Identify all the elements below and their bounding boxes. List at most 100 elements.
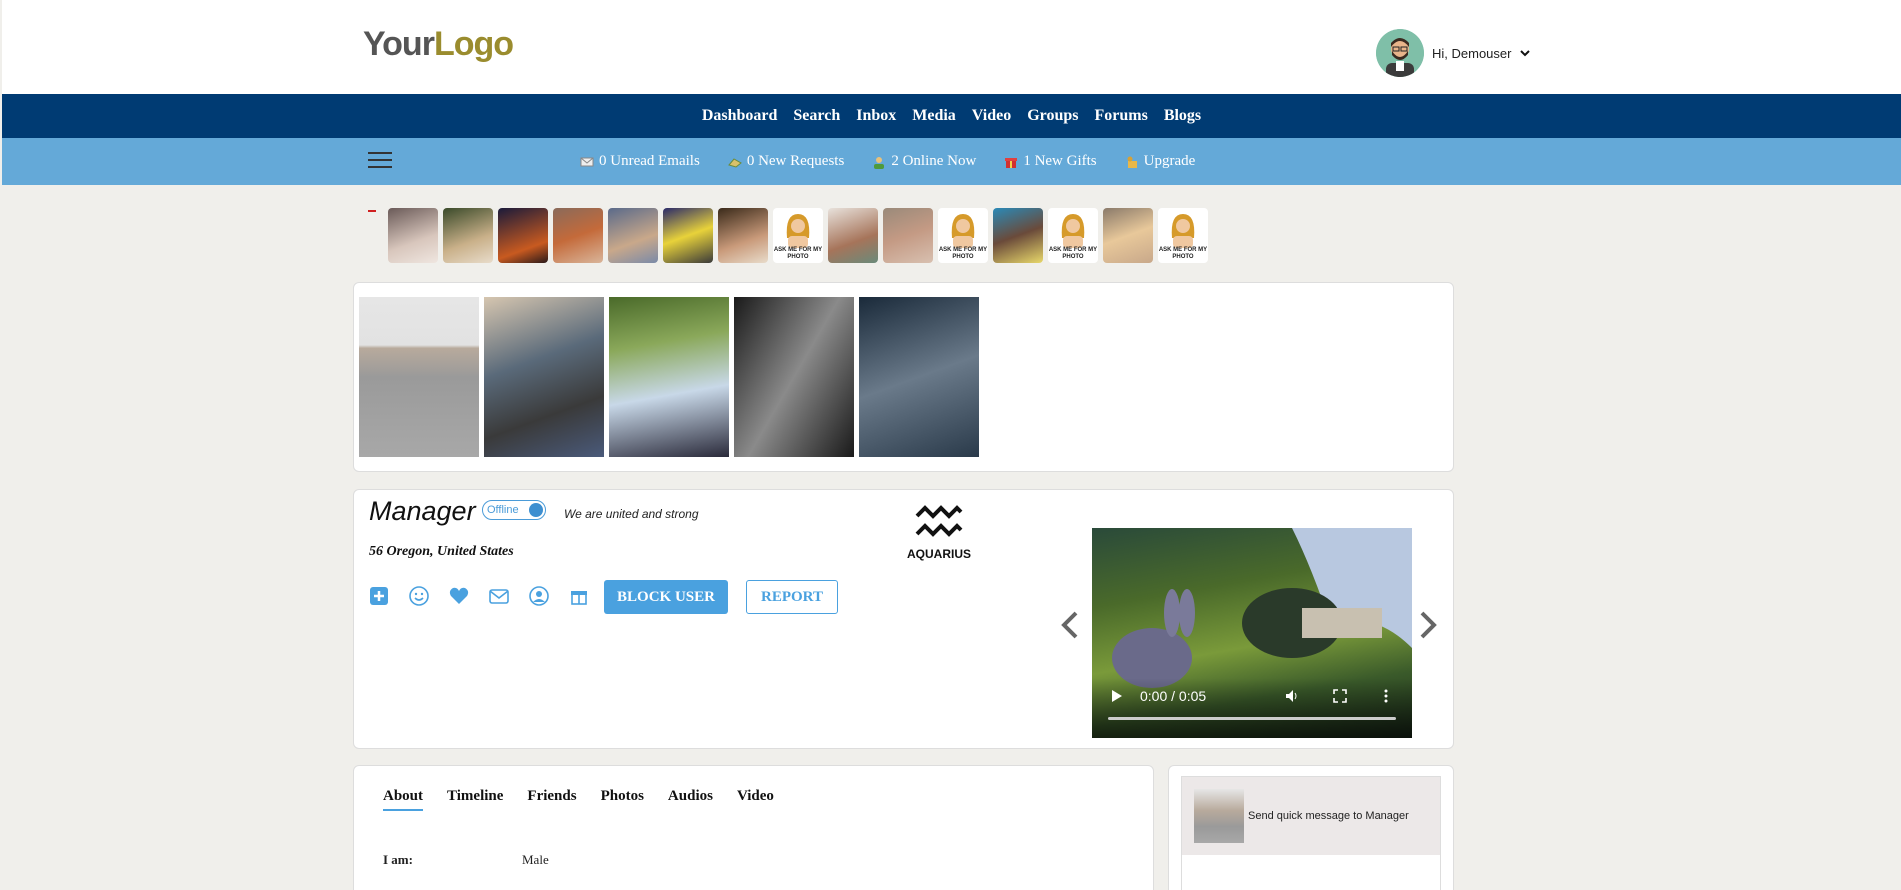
tab-video[interactable]: Video	[737, 788, 774, 811]
toggle-knob	[529, 503, 543, 517]
member-thumbnail-ask[interactable]: ASK ME FOR MY PHOTO	[773, 208, 823, 263]
profile-photo[interactable]	[484, 297, 604, 457]
envelope-icon	[580, 157, 594, 166]
member-thumbnail[interactable]	[1103, 208, 1153, 263]
profile-actions	[368, 585, 590, 607]
stat-unread-emails-label: 0 Unread Emails	[599, 153, 700, 169]
stat-new-gifts[interactable]: 1 New Gifts	[1004, 153, 1097, 170]
gift-icon[interactable]	[568, 585, 590, 607]
zodiac-label: AQUARIUS	[906, 547, 971, 561]
logo-text-logo: Logo	[433, 25, 514, 63]
report-button[interactable]: REPORT	[746, 580, 838, 614]
member-thumbnail-ask[interactable]: ASK ME FOR MY PHOTO	[1048, 208, 1098, 263]
status-toggle[interactable]: Offline	[482, 500, 546, 520]
nav-dashboard[interactable]: Dashboard	[702, 107, 778, 125]
main-nav: Dashboard Search Inbox Media Video Group…	[2, 94, 1901, 138]
stat-online-now[interactable]: 2 Online Now	[872, 153, 976, 170]
member-thumbnail[interactable]	[828, 208, 878, 263]
hamburger-menu-icon[interactable]	[368, 152, 392, 170]
nav-search[interactable]: Search	[793, 107, 840, 125]
ask-photo-label: ASK ME FOR MY PHOTO	[1158, 247, 1208, 260]
member-thumbnails: ASK ME FOR MY PHOTO ASK ME FOR MY PHOTO …	[388, 208, 1208, 263]
nav-inbox[interactable]: Inbox	[856, 107, 896, 125]
profile-location: 56 Oregon, United States	[369, 544, 514, 559]
zodiac-sign: AQUARIUS	[904, 502, 974, 561]
tab-audios[interactable]: Audios	[668, 788, 713, 811]
stat-unread-emails[interactable]: 0 Unread Emails	[580, 153, 700, 170]
profile-photo[interactable]	[734, 297, 854, 457]
user-avatar[interactable]	[1376, 29, 1424, 77]
user-online-icon	[874, 156, 885, 169]
quick-message-avatar	[1194, 789, 1244, 843]
member-thumbnail[interactable]	[663, 208, 713, 263]
member-thumbnail-ask[interactable]: ASK ME FOR MY PHOTO	[1158, 208, 1208, 263]
stat-new-requests-label: 0 New Requests	[746, 153, 845, 169]
envelope-icon[interactable]	[488, 585, 510, 607]
field-label-i-am: I am:	[383, 852, 413, 867]
sub-nav: 0 Unread Emails 0 New Requests 2 Online …	[2, 138, 1901, 185]
member-thumbnail[interactable]	[993, 208, 1043, 263]
add-friend-icon[interactable]	[368, 585, 390, 607]
profile-photo[interactable]	[859, 297, 979, 457]
tab-about[interactable]: About	[383, 788, 424, 811]
tab-photos[interactable]: Photos	[601, 788, 644, 811]
chevron-down-icon[interactable]	[1519, 47, 1531, 59]
profile-photo[interactable]	[359, 297, 479, 457]
stat-upgrade[interactable]: Upgrade	[1125, 153, 1196, 170]
stat-new-gifts-label: 1 New Gifts	[1023, 153, 1097, 169]
user-greeting[interactable]: Hi, Demouser	[1432, 46, 1511, 61]
member-thumbnail[interactable]	[498, 208, 548, 263]
ask-photo-label: ASK ME FOR MY PHOTO	[1048, 247, 1098, 260]
fullscreen-icon[interactable]	[1332, 688, 1348, 704]
quick-message-card: Send quick message to Manager	[1168, 765, 1454, 890]
site-header: YourLogo Hi, Demouser	[2, 0, 1901, 94]
volume-icon[interactable]	[1284, 688, 1300, 704]
member-thumbnail[interactable]	[443, 208, 493, 263]
nav-groups[interactable]: Groups	[1027, 107, 1078, 125]
ask-photo-label: ASK ME FOR MY PHOTO	[938, 247, 988, 260]
field-value-i-am: Male	[522, 852, 549, 867]
stat-new-requests[interactable]: 0 New Requests	[727, 153, 845, 170]
handshake-icon	[727, 157, 742, 168]
play-icon[interactable]	[1110, 688, 1124, 704]
member-thumbnail[interactable]	[388, 208, 438, 263]
upgrade-icon	[1127, 156, 1137, 168]
block-user-button[interactable]: BLOCK USER	[604, 580, 728, 614]
tab-timeline[interactable]: Timeline	[447, 788, 503, 811]
nav-video[interactable]: Video	[972, 107, 1011, 125]
profile-name: Manager	[369, 496, 476, 526]
profile-photos-card	[353, 282, 1454, 472]
heart-icon[interactable]	[448, 585, 470, 607]
tab-friends[interactable]: Friends	[527, 788, 576, 811]
profile-icon[interactable]	[528, 585, 550, 607]
carousel-next-arrow-icon[interactable]	[1418, 610, 1438, 640]
member-thumbnail[interactable]	[608, 208, 658, 263]
member-thumbnail-ask[interactable]: ASK ME FOR MY PHOTO	[938, 208, 988, 263]
carousel-prev-arrow-icon[interactable]	[1060, 610, 1080, 640]
member-thumbnail[interactable]	[718, 208, 768, 263]
nav-blogs[interactable]: Blogs	[1164, 107, 1201, 125]
stat-upgrade-label: Upgrade	[1143, 153, 1196, 169]
nav-forums[interactable]: Forums	[1094, 107, 1147, 125]
more-options-icon[interactable]	[1378, 688, 1394, 704]
profile-tabs-card: About Timeline Friends Photos Audios Vid…	[353, 765, 1154, 890]
video-progress-bar[interactable]	[1108, 717, 1396, 720]
nav-media[interactable]: Media	[912, 107, 956, 125]
member-thumbnail[interactable]	[553, 208, 603, 263]
user-menu[interactable]: Hi, Demouser	[1376, 28, 1531, 78]
profile-photo[interactable]	[609, 297, 729, 457]
gift-icon	[1005, 157, 1018, 168]
video-player[interactable]: 0:00 / 0:05	[1092, 528, 1412, 738]
quick-message-text: Send quick message to Manager	[1248, 810, 1409, 822]
wink-icon[interactable]	[408, 585, 430, 607]
video-controls	[1092, 678, 1412, 738]
quick-message-box: Send quick message to Manager	[1181, 776, 1441, 890]
site-logo[interactable]: YourLogo	[363, 25, 514, 64]
quick-message-header: Send quick message to Manager	[1182, 777, 1440, 855]
profile-motto: We are united and strong	[564, 507, 699, 521]
profile-card: Manager Offline We are united and strong…	[353, 489, 1454, 749]
logo-text-your: Your	[363, 25, 435, 63]
member-thumbnail[interactable]	[883, 208, 933, 263]
profile-tabs: About Timeline Friends Photos Audios Vid…	[383, 788, 774, 811]
collapse-icon[interactable]	[368, 210, 376, 212]
